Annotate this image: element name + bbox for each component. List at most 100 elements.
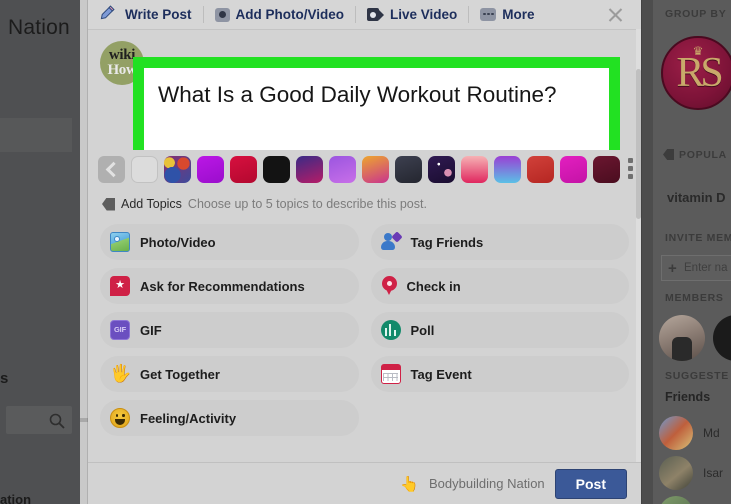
option-ask-for-recommendations[interactable]: Ask for Recommendations: [100, 268, 359, 304]
option-photo-video[interactable]: Photo/Video: [100, 224, 359, 260]
search-icon: [49, 413, 65, 429]
tab-add-photo-video[interactable]: Add Photo/Video: [204, 0, 356, 29]
swatch-blue-purple-gradient[interactable]: [494, 155, 521, 183]
tab-label: Add Photo/Video: [235, 7, 345, 22]
swatch-charcoal[interactable]: [395, 155, 422, 183]
friend-avatar[interactable]: [659, 416, 693, 450]
swatch-pink-crimson-gradient[interactable]: [461, 155, 488, 183]
avatar-line-1: wiki: [108, 47, 136, 63]
dialog-scrollbar-thumb[interactable]: [636, 69, 641, 219]
background-left-edge: [80, 0, 88, 504]
suggested-label: SUGGESTE: [665, 370, 729, 382]
smiley-face-icon: [110, 408, 130, 428]
background-left-bottom-fragment: ation: [0, 492, 32, 504]
tab-label: More: [502, 7, 535, 22]
option-label: Poll: [410, 322, 435, 338]
swatch-photo-thumbnail[interactable]: [164, 155, 191, 183]
add-topics-row[interactable]: Add Topics Choose up to 5 topics to desc…: [88, 188, 641, 220]
tag-icon: [102, 197, 115, 211]
swatch-magenta[interactable]: [560, 155, 587, 183]
add-topics-label: Add Topics: [121, 197, 182, 211]
gif-icon: [110, 320, 130, 340]
background-palette: [88, 150, 641, 188]
friend-avatar[interactable]: [659, 456, 693, 490]
swatch-purple-magenta[interactable]: [197, 155, 224, 183]
background-page-title: Nation: [8, 16, 70, 39]
swatch-no-background[interactable]: [131, 155, 158, 183]
swatch-violet-orchid-gradient[interactable]: [329, 155, 356, 183]
background-left-fragment: s: [0, 370, 9, 387]
option-label: Get Together: [140, 366, 220, 382]
option-check-in[interactable]: Check in: [370, 268, 629, 304]
popular-label: POPULA: [679, 149, 727, 161]
friend-name: Md: [703, 426, 720, 440]
background-left-block: [0, 118, 72, 152]
friend-name: Isar: [703, 466, 724, 480]
audience-label: Bodybuilding Nation: [429, 476, 545, 491]
post-button[interactable]: Post: [554, 468, 627, 499]
invite-members-label: INVITE MEM: [665, 232, 731, 244]
group-logo: ♛ RS: [661, 36, 731, 110]
swatch-brick-red[interactable]: [527, 155, 554, 183]
tag-friends-icon: [380, 231, 403, 252]
tab-write-post[interactable]: Write Post: [88, 0, 203, 29]
swatch-black[interactable]: [263, 155, 290, 183]
dialog-scrollbar-track[interactable]: [636, 29, 641, 462]
background-search-box: [6, 406, 72, 434]
invite-placeholder: Enter na: [684, 262, 728, 274]
post-text-highlight-frame: What Is a Good Daily Workout Routine?: [133, 57, 620, 163]
option-label: Tag Friends: [410, 234, 484, 250]
option-label: Check in: [406, 278, 461, 294]
screenshot-root: Nation s ation GROUP BY ♛ RS POPULA vita…: [0, 0, 731, 504]
background-left-edge-seam: [80, 418, 88, 422]
members-label: MEMBERS: [665, 292, 724, 304]
swatch-orange-magenta-gradient[interactable]: [362, 155, 389, 183]
group-logo-letters: RS: [676, 50, 723, 96]
tab-label: Write Post: [125, 7, 192, 22]
swatch-indigo-rose-gradient[interactable]: [296, 155, 323, 183]
photo-video-icon: [110, 232, 130, 252]
group-by-label: GROUP BY: [665, 8, 727, 20]
background-right-sidebar: GROUP BY ♛ RS POPULA vitamin D INVITE ME…: [641, 0, 731, 504]
option-label: Ask for Recommendations: [140, 278, 305, 294]
dialog-toolbar: Write Post Add Photo/Video Live Video Mo: [88, 0, 641, 30]
post-text-input[interactable]: What Is a Good Daily Workout Routine?: [144, 68, 609, 152]
option-tag-event[interactable]: Tag Event: [370, 356, 629, 392]
option-gif[interactable]: GIF: [100, 312, 359, 348]
composer-area: wiki How What Is a Good Daily Workout Ro…: [88, 30, 641, 176]
location-pin-icon: [381, 276, 397, 296]
plus-icon: +: [668, 260, 677, 277]
ellipsis-icon: [480, 8, 497, 21]
option-label: Photo/Video: [140, 234, 216, 250]
waving-hand-icon: 🖐: [110, 364, 132, 383]
tab-live-video[interactable]: Live Video: [356, 0, 468, 29]
option-get-together[interactable]: 🖐 Get Together: [100, 356, 359, 392]
member-avatar[interactable]: [659, 315, 705, 361]
post-options-grid: Photo/Video Tag Friends Ask for Recommen…: [88, 220, 641, 442]
close-icon[interactable]: [606, 5, 625, 24]
poll-icon: [380, 320, 401, 340]
background-left-panel: Nation s ation: [0, 0, 88, 504]
invite-members-input[interactable]: + Enter na: [661, 255, 731, 281]
option-label: GIF: [140, 322, 162, 338]
tab-more[interactable]: More: [469, 0, 545, 29]
chevron-left-icon[interactable]: [98, 155, 125, 183]
swatch-night-sky[interactable]: [428, 155, 455, 183]
calendar-icon: [380, 364, 401, 384]
camera-icon: [214, 7, 230, 22]
option-tag-friends[interactable]: Tag Friends: [370, 224, 629, 260]
option-poll[interactable]: Poll: [370, 312, 629, 348]
swatch-dark-maroon[interactable]: [593, 155, 620, 183]
option-label: Feeling/Activity: [140, 410, 237, 426]
popular-topic: vitamin D: [667, 190, 726, 205]
pointing-hand-icon: 👆: [400, 475, 420, 493]
create-post-dialog: Write Post Add Photo/Video Live Video Mo: [88, 0, 641, 504]
dialog-footer: 👆 Bodybuilding Nation Post: [88, 462, 641, 504]
swatch-crimson-red[interactable]: [230, 155, 257, 183]
option-feeling-activity[interactable]: Feeling/Activity: [100, 400, 359, 436]
recommendations-icon: [110, 275, 130, 296]
tab-label: Live Video: [390, 7, 458, 22]
friends-heading: Friends: [665, 390, 711, 404]
video-camera-icon: [367, 8, 385, 21]
option-label: Tag Event: [410, 366, 472, 382]
